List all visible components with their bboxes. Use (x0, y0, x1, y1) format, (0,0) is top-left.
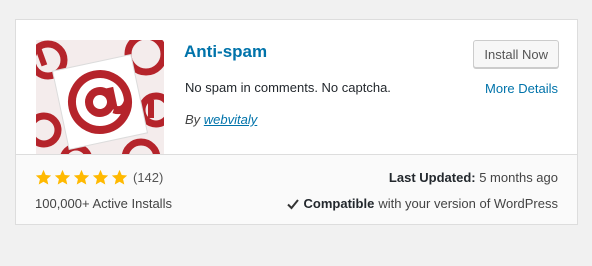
star-rating: (142) (35, 169, 163, 186)
checkmark-icon (286, 198, 299, 209)
last-updated: Last Updated: 5 months ago (389, 170, 558, 185)
compatibility-status: Compatible with your version of WordPres… (286, 196, 558, 211)
star-icon (73, 169, 90, 185)
star-icon (54, 169, 71, 185)
rating-count: (142) (133, 170, 164, 185)
more-details-link[interactable]: More Details (485, 81, 558, 96)
plugin-author: By webvitaly (185, 112, 257, 127)
install-now-button[interactable]: Install Now (473, 40, 559, 68)
plugin-card: Anti-spam No spam in comments. No captch… (15, 19, 578, 225)
compatible-text: with your version of WordPress (378, 196, 558, 211)
star-icon (92, 169, 109, 185)
plugin-description: No spam in comments. No captcha. (185, 80, 391, 95)
plugin-card-top: Anti-spam No spam in comments. No captch… (16, 20, 577, 168)
star-icon (35, 169, 52, 185)
plugin-name-link[interactable]: Anti-spam (184, 42, 267, 62)
last-updated-value: 5 months ago (479, 170, 558, 185)
plugin-logo-icon[interactable] (36, 40, 164, 168)
plugin-card-bottom: (142) 100,000+ Active Installs Last Upda… (16, 154, 577, 224)
author-link[interactable]: webvitaly (204, 112, 257, 127)
active-installs: 100,000+ Active Installs (35, 196, 172, 211)
compatible-label: Compatible (303, 196, 375, 211)
author-prefix: By (185, 112, 201, 127)
last-updated-label: Last Updated: (388, 170, 476, 185)
star-icon (111, 169, 128, 185)
